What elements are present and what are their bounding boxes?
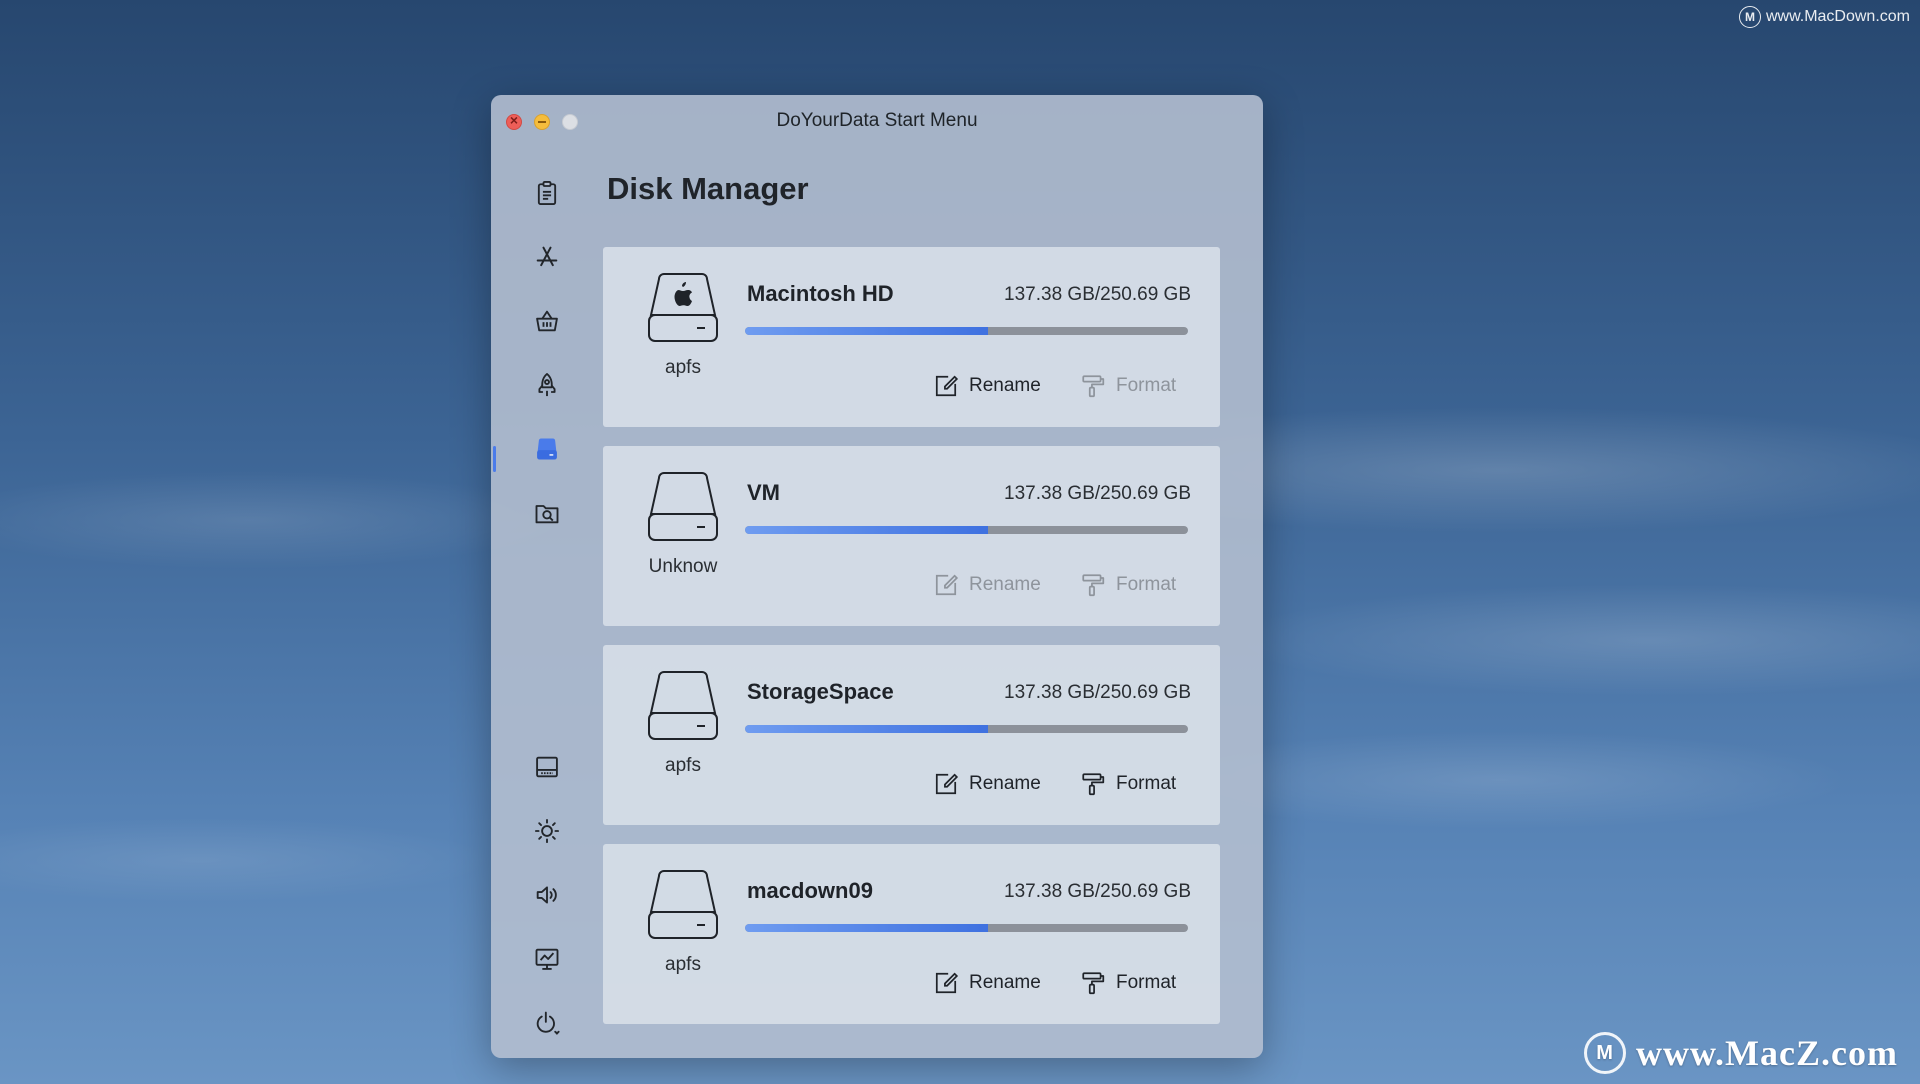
window-title: DoYourData Start Menu xyxy=(776,110,978,131)
rename-button[interactable]: Rename xyxy=(933,373,1041,399)
disk-name: VM xyxy=(747,480,780,505)
active-indicator xyxy=(493,446,496,472)
format-button[interactable]: Format xyxy=(1080,373,1176,399)
disk-usage-fill xyxy=(745,526,988,534)
edit-icon xyxy=(935,773,959,795)
disk-card-macdown09: apfs macdown09 137.38 GB/250.69 GB Renam… xyxy=(603,844,1220,1024)
format-label: Format xyxy=(1116,375,1177,396)
format-label: Format xyxy=(1116,773,1177,794)
rename-button[interactable]: Rename xyxy=(933,572,1041,598)
disk-usage-fill xyxy=(745,725,988,733)
rename-button[interactable]: Rename xyxy=(933,970,1041,996)
rename-button[interactable]: Rename xyxy=(933,771,1041,797)
disk-drive-icon xyxy=(648,472,718,541)
disk-usage-bar xyxy=(745,924,1188,932)
disk-usage-bar xyxy=(745,327,1188,335)
brightness-icon xyxy=(534,818,560,844)
volume-icon xyxy=(536,886,557,904)
sidebar-item-volume[interactable] xyxy=(529,877,565,913)
disk-filesystem: apfs xyxy=(665,755,701,776)
paint-roller-icon xyxy=(1082,574,1105,597)
disk-size: 137.38 GB/250.69 GB xyxy=(1004,483,1191,504)
paint-roller-icon xyxy=(1082,375,1105,398)
screen-icon xyxy=(536,756,558,778)
sidebar-item-folder-search[interactable] xyxy=(529,495,565,531)
disk-drive-icon xyxy=(648,870,718,939)
sidebar-item-display[interactable] xyxy=(529,941,565,977)
app-window: DoYourData Start Menu xyxy=(491,95,1263,1058)
disk-name: Macintosh HD xyxy=(747,281,894,306)
format-button[interactable]: Format xyxy=(1080,572,1176,598)
disk-icon xyxy=(537,438,557,460)
disk-usage-bar xyxy=(745,526,1188,534)
rename-label: Rename xyxy=(969,773,1041,794)
watermark-top-text: www.MacDown.com xyxy=(1765,8,1910,25)
format-button[interactable]: Format xyxy=(1080,771,1176,797)
format-label: Format xyxy=(1116,574,1177,595)
titlebar: DoYourData Start Menu xyxy=(491,95,1263,149)
disk-drive-icon xyxy=(648,671,718,740)
edit-icon xyxy=(935,574,959,596)
app-store-icon xyxy=(536,246,558,267)
sidebar-item-app-store[interactable] xyxy=(529,239,565,275)
rename-label: Rename xyxy=(969,972,1041,993)
watermark-top: M www.MacDown.com xyxy=(1738,6,1910,28)
display-icon xyxy=(535,948,559,970)
sidebar-item-screen[interactable] xyxy=(529,749,565,785)
disk-filesystem: Unknow xyxy=(648,556,718,577)
disk-filesystem: apfs xyxy=(665,954,701,975)
watermark-bottom-text: www.MacZ.com xyxy=(1636,1033,1898,1073)
sidebar xyxy=(491,149,603,1058)
disk-card-vm: Unknow VM 137.38 GB/250.69 GB Rename For… xyxy=(603,446,1220,626)
sidebar-item-rocket[interactable] xyxy=(529,367,565,403)
disk-name: StorageSpace xyxy=(747,679,894,704)
sidebar-item-disk-manager[interactable] xyxy=(529,431,565,467)
apple-disk-icon xyxy=(648,273,718,342)
rocket-icon xyxy=(538,372,556,397)
paint-roller-icon xyxy=(1082,773,1105,796)
disk-card-macintosh-hd: apfs Macintosh HD 137.38 GB/250.69 GB Re… xyxy=(603,247,1220,427)
basket-icon xyxy=(536,310,558,332)
watermark-bottom: M www.MacZ.com xyxy=(1584,1032,1898,1074)
clipboard-icon xyxy=(537,180,557,206)
format-button[interactable]: Format xyxy=(1080,970,1176,996)
disk-usage-fill xyxy=(745,924,988,932)
disk-filesystem: apfs xyxy=(665,357,701,378)
sidebar-item-brightness[interactable] xyxy=(529,813,565,849)
format-label: Format xyxy=(1116,972,1177,993)
macdown-logo-icon: M xyxy=(1738,6,1761,28)
sidebar-item-basket[interactable] xyxy=(529,303,565,339)
sidebar-item-power[interactable] xyxy=(529,1005,565,1041)
disk-name: macdown09 xyxy=(747,878,873,903)
folder-search-icon xyxy=(535,505,559,524)
disk-size: 137.38 GB/250.69 GB xyxy=(1004,284,1191,305)
edit-icon xyxy=(935,375,959,397)
sidebar-item-clipboard[interactable] xyxy=(529,175,565,211)
power-icon xyxy=(536,1011,560,1035)
disk-usage-bar xyxy=(745,725,1188,733)
rename-label: Rename xyxy=(969,574,1041,595)
disk-size: 137.38 GB/250.69 GB xyxy=(1004,881,1191,902)
disk-size: 137.38 GB/250.69 GB xyxy=(1004,682,1191,703)
rename-label: Rename xyxy=(969,375,1041,396)
edit-icon xyxy=(935,972,959,994)
disk-usage-fill xyxy=(745,327,988,335)
paint-roller-icon xyxy=(1082,972,1105,995)
page-title: Disk Manager xyxy=(607,171,809,206)
macz-logo-icon: M xyxy=(1584,1032,1627,1074)
disk-card-storagespace: apfs StorageSpace 137.38 GB/250.69 GB Re… xyxy=(603,645,1220,825)
